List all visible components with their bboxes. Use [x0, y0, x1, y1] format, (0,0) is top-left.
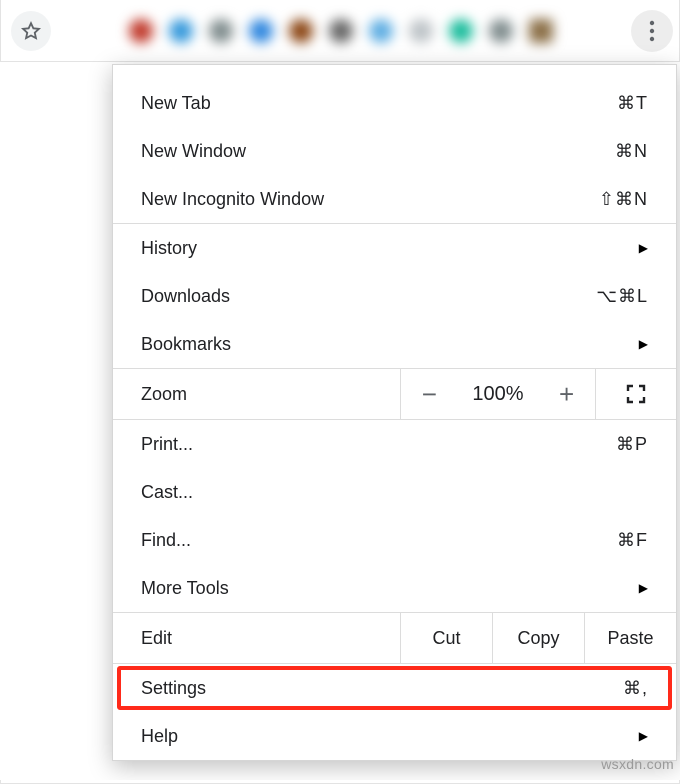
kebab-icon [649, 20, 655, 42]
edit-label: Edit [141, 628, 172, 649]
chevron-right-icon: ▶ [639, 337, 648, 351]
watermark: wsxdn.com [601, 756, 674, 772]
zoom-level: 100% [472, 383, 523, 406]
menu-shortcut: ⌥⌘L [596, 286, 648, 307]
menu-label: History [141, 238, 197, 259]
menu-shortcut: ⌘P [616, 434, 648, 455]
chevron-right-icon: ▶ [639, 729, 648, 743]
fullscreen-icon [626, 384, 646, 404]
zoom-label: Zoom [141, 384, 187, 405]
copy-button[interactable]: Copy [492, 613, 584, 663]
menu-item-downloads[interactable]: Downloads ⌥⌘L [113, 272, 676, 320]
cut-button[interactable]: Cut [400, 613, 492, 663]
menu-item-more-tools[interactable]: More Tools ▶ [113, 564, 676, 612]
menu-label: Find... [141, 530, 191, 551]
chrome-menu-button[interactable] [631, 10, 673, 52]
menu-item-history[interactable]: History ▶ [113, 224, 676, 272]
menu-shortcut: ⇧⌘N [599, 189, 648, 210]
menu-item-edit: Edit Cut Copy Paste [113, 612, 676, 664]
extensions-strip [61, 19, 621, 43]
menu-label: Bookmarks [141, 334, 231, 355]
zoom-in-button[interactable]: + [553, 379, 580, 410]
menu-label: Settings [141, 678, 206, 699]
paste-button[interactable]: Paste [584, 613, 676, 663]
menu-item-new-window[interactable]: New Window ⌘N [113, 127, 676, 175]
chevron-right-icon: ▶ [639, 581, 648, 595]
menu-item-cast[interactable]: Cast... [113, 468, 676, 516]
menu-shortcut: ⌘T [617, 93, 648, 114]
menu-label: Print... [141, 434, 193, 455]
menu-item-find[interactable]: Find... ⌘F [113, 516, 676, 564]
zoom-out-button[interactable]: − [416, 379, 443, 410]
menu-shortcut: ⌘F [617, 530, 648, 551]
menu-label: New Tab [141, 93, 211, 114]
menu-item-bookmarks[interactable]: Bookmarks ▶ [113, 320, 676, 368]
menu-item-settings[interactable]: Settings ⌘, [113, 664, 676, 712]
menu-label: New Window [141, 141, 246, 162]
menu-item-print[interactable]: Print... ⌘P [113, 420, 676, 468]
menu-label: New Incognito Window [141, 189, 324, 210]
menu-item-zoom: Zoom − 100% + [113, 368, 676, 420]
menu-shortcut: ⌘N [615, 141, 648, 162]
menu-item-new-tab[interactable]: New Tab ⌘T [113, 79, 676, 127]
menu-label: Downloads [141, 286, 230, 307]
chrome-main-menu: New Tab ⌘T New Window ⌘N New Incognito W… [112, 64, 677, 761]
menu-shortcut: ⌘, [623, 678, 648, 699]
bookmark-star-button[interactable] [11, 11, 51, 51]
star-icon [20, 20, 42, 42]
menu-item-help[interactable]: Help ▶ [113, 712, 676, 760]
menu-label: Cast... [141, 482, 193, 503]
menu-item-incognito[interactable]: New Incognito Window ⇧⌘N [113, 175, 676, 223]
browser-toolbar [0, 0, 680, 62]
chevron-right-icon: ▶ [639, 241, 648, 255]
fullscreen-button[interactable] [596, 369, 676, 419]
bottom-border [0, 780, 680, 784]
menu-label: Help [141, 726, 178, 747]
menu-label: More Tools [141, 578, 229, 599]
